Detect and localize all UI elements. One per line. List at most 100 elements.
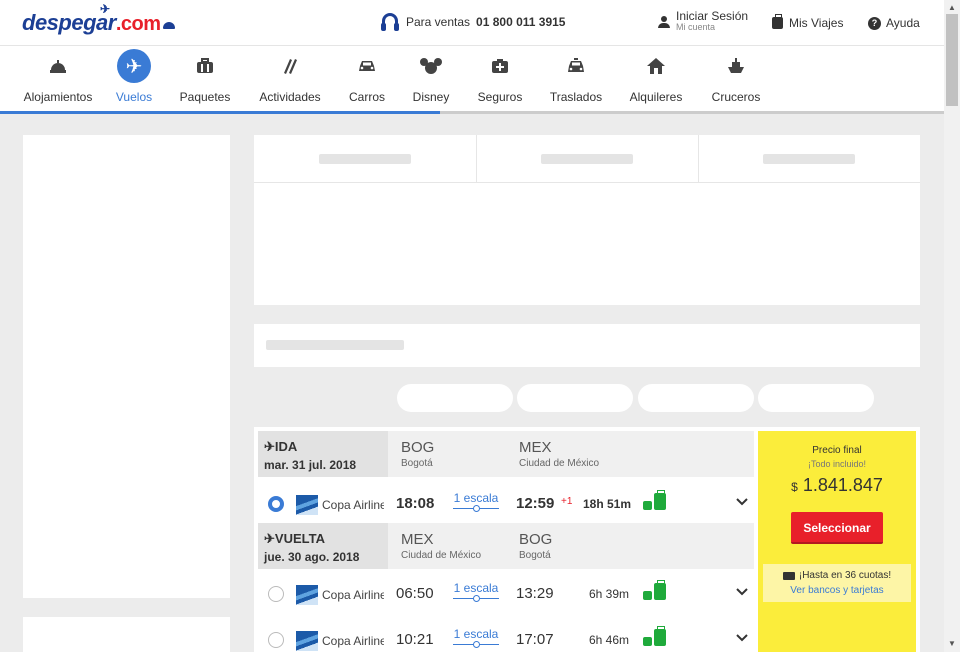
my-trips-link[interactable]: Mis Viajes [772, 14, 843, 30]
disney-icon [406, 46, 456, 86]
airline: Copa Airlines [296, 495, 384, 515]
matrix-divider [476, 135, 477, 183]
inbound-label: VUELTA [274, 531, 325, 546]
login-button[interactable]: Iniciar Sesión Mi cuenta [658, 9, 749, 33]
chevron-down-icon[interactable] [736, 629, 748, 645]
login-subtitle: Mi cuenta [676, 22, 716, 32]
price-label: Precio final [812, 445, 862, 456]
phone-number: 01 800 011 3915 [476, 15, 566, 29]
outbound-arrow-icon: ✈︎ [264, 439, 275, 454]
nav-item-disney[interactable]: Disney [406, 46, 456, 110]
top-header: despegar.com ✈ Para ventas 01 800 011 39… [0, 0, 944, 46]
phone-label: Para ventas [406, 15, 471, 29]
nav-item-seguros[interactable]: Seguros [472, 46, 528, 110]
hotel-bell-icon [20, 46, 96, 86]
outbound-segment-header: ✈︎IDA mar. 31 jul. 2018 BOG Bogotá MEX C… [258, 431, 754, 477]
scroll-down-arrow-icon[interactable]: ▼ [944, 636, 960, 652]
installments-text: ¡Hasta en 36 cuotas! [798, 570, 892, 581]
nav-item-alquileres[interactable]: Alquileres [624, 46, 688, 110]
outbound-date: mar. 31 jul. 2018 [264, 458, 357, 472]
nav-item-traslados[interactable]: Traslados [544, 46, 608, 110]
destination-code: BOG [519, 531, 553, 548]
loading-placeholder [763, 154, 855, 164]
headset-icon [380, 12, 400, 32]
help-icon: ? [868, 16, 881, 30]
nav-item-carros[interactable]: Carros [344, 46, 390, 110]
price-box: Precio final ¡Todo incluido! $ 1.841.847… [758, 431, 916, 652]
stops-link[interactable]: 1 escala [453, 627, 499, 648]
departure-time: 18:08 [396, 495, 435, 512]
copa-logo-icon [296, 631, 318, 651]
filter-pill[interactable] [638, 384, 754, 412]
nav-item-paquetes[interactable]: Paquetes [174, 46, 236, 110]
installments-box: ¡Hasta en 36 cuotas! Ver bancos y tarjet… [763, 564, 911, 602]
nav-item-actividades[interactable]: Actividades [252, 46, 328, 110]
banks-link[interactable]: Ver bancos y tarjetas [763, 585, 911, 596]
help-link[interactable]: ? Ayuda [868, 16, 920, 30]
origin-code: MEX [401, 531, 434, 548]
matrix-divider [698, 135, 699, 183]
luggage-included-icon [643, 580, 666, 600]
inbound-segment-header: ✈︎VUELTA jue. 30 ago. 2018 MEX Ciudad de… [258, 523, 754, 569]
luggage-included-icon [643, 626, 666, 646]
stops-link[interactable]: 1 escala [453, 491, 499, 512]
suitcase-icon [174, 46, 236, 86]
arrival-time: 12:59 [516, 495, 555, 512]
page-scrollbar[interactable]: ▲ ▼ [944, 0, 960, 652]
departure-time: 10:21 [396, 631, 434, 648]
airline: Copa Airlines [296, 631, 384, 651]
inbound-arrow-icon: ✈︎ [264, 531, 275, 546]
car-icon [344, 46, 390, 86]
luggage-included-icon [643, 490, 666, 510]
select-button[interactable]: Seleccionar [791, 512, 883, 544]
stops-link[interactable]: 1 escala [453, 581, 499, 602]
chevron-down-icon[interactable] [736, 493, 748, 509]
house-icon [624, 46, 688, 86]
scroll-thumb[interactable] [946, 14, 958, 106]
flight-radio[interactable] [268, 496, 284, 512]
logo-plane-icon: ✈ [100, 2, 110, 16]
price-included-note: ¡Todo incluido! [807, 459, 867, 469]
luggage-icon [772, 14, 783, 29]
inbound-date: jue. 30 ago. 2018 [264, 550, 360, 564]
destination-code: MEX [519, 439, 552, 456]
nav-item-cruceros[interactable]: Cruceros [706, 46, 766, 110]
nav-item-alojamientos[interactable]: Alojamientos [20, 46, 96, 110]
filter-pill[interactable] [517, 384, 633, 412]
flight-duration: 6h 39m [589, 587, 630, 601]
sort-bar [254, 324, 920, 367]
departure-time: 06:50 [396, 585, 434, 602]
flight-radio[interactable] [268, 632, 284, 648]
airline: Copa Airlines [296, 585, 384, 605]
despegar-logo[interactable]: despegar.com ✈ [22, 2, 175, 36]
login-title: Iniciar Sesión [676, 9, 749, 23]
flight-duration: 18h 51m [583, 497, 632, 511]
user-icon [658, 16, 670, 28]
sidebar-secondary [23, 617, 230, 652]
insurance-icon [472, 46, 528, 86]
flight-option-row[interactable]: Copa Airlines 06:50 1 escala 13:29 6h 39… [258, 573, 754, 615]
flight-radio[interactable] [268, 586, 284, 602]
product-nav: Alojamientos ✈ Vuelos Paquetes Actividad… [0, 46, 944, 114]
chevron-down-icon[interactable] [736, 583, 748, 599]
next-day-indicator: +1 [561, 496, 573, 507]
nav-item-vuelos[interactable]: ✈ Vuelos [108, 46, 160, 110]
flight-duration: 6h 46m [589, 633, 630, 647]
price-matrix [254, 135, 920, 305]
price-amount: $ 1.841.847 [791, 475, 883, 495]
flight-option-row[interactable]: Copa Airlines 10:21 1 escala 17:07 6h 46… [258, 619, 754, 652]
arrival-time: 13:29 [516, 585, 554, 602]
flight-option-row[interactable]: Copa Airlines 18:08 1 escala 12:59 +1 18… [258, 483, 754, 525]
filter-pill[interactable] [397, 384, 513, 412]
taxi-icon [544, 46, 608, 86]
origin-city: Ciudad de México [401, 550, 482, 561]
activities-icon [252, 46, 328, 86]
outbound-label: IDA [274, 439, 298, 454]
copa-logo-icon [296, 585, 318, 605]
destination-city: Ciudad de México [519, 458, 600, 469]
filter-pill[interactable] [758, 384, 874, 412]
origin-code: BOG [401, 439, 435, 456]
destination-city: Bogotá [519, 550, 551, 561]
filters-sidebar [23, 135, 230, 598]
arrival-time: 17:07 [516, 631, 554, 648]
